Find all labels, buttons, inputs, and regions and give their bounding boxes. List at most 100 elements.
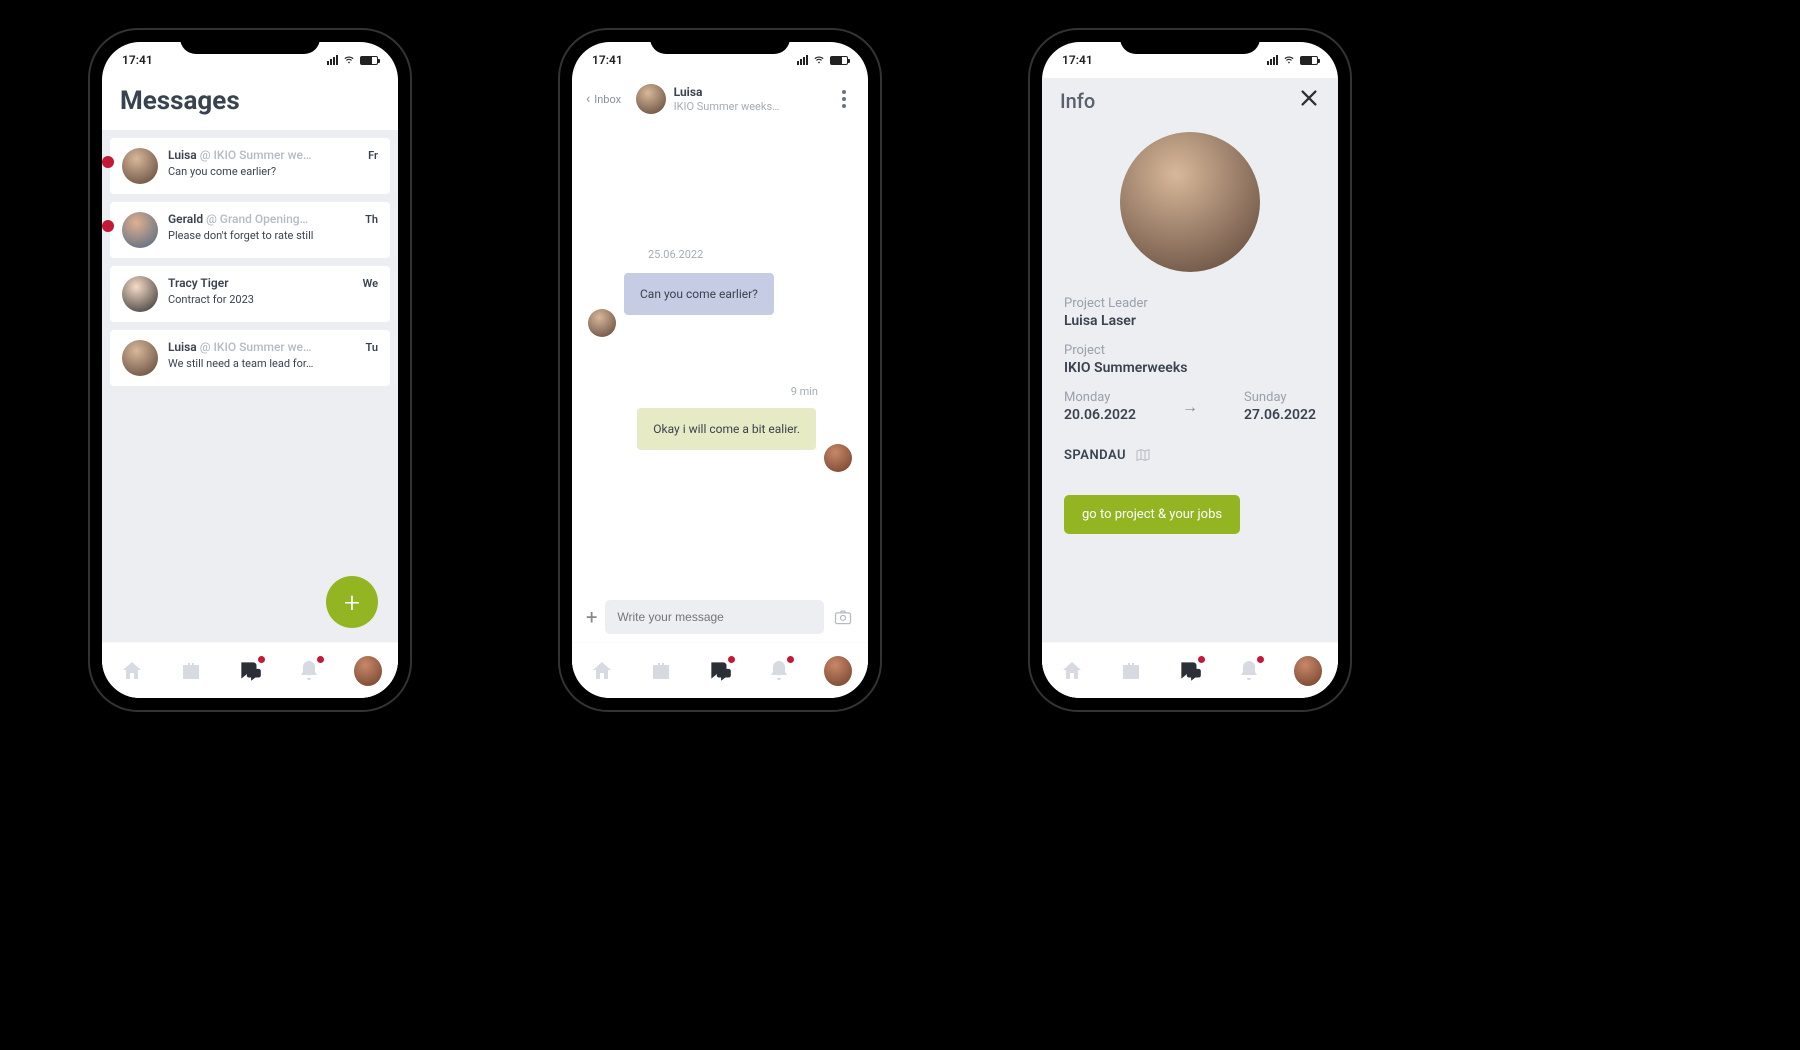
camera-button[interactable] [832, 606, 854, 628]
nav-profile[interactable] [354, 657, 382, 685]
briefcase-icon [179, 659, 203, 683]
avatar [636, 84, 666, 114]
notch [650, 30, 790, 54]
nav-notifications[interactable] [1235, 657, 1263, 685]
notch [180, 30, 320, 54]
message-row[interactable]: Luisa @ IKIO Summer we… Tu We still need… [110, 330, 390, 386]
profile-avatar [1294, 656, 1322, 686]
message-day: We [363, 277, 378, 290]
message-name: Gerald @ Grand Opening… [168, 212, 308, 226]
unread-indicator [102, 156, 114, 168]
phone-messages: 17:41 Messages Luisa @ IKIO Summer we… [90, 30, 410, 710]
messages-list: Luisa @ IKIO Summer we… Fr Can you come … [102, 130, 398, 642]
message-row[interactable]: Luisa @ IKIO Summer we… Fr Can you come … [110, 138, 390, 194]
page-title: Info [1060, 89, 1095, 113]
nav-notifications[interactable] [765, 657, 793, 685]
leader-value: Luisa Laser [1064, 313, 1316, 329]
plus-icon: + [344, 586, 360, 619]
signal-icon [1267, 55, 1278, 65]
nav-jobs[interactable] [647, 657, 675, 685]
go-to-project-button[interactable]: go to project & your jobs [1064, 495, 1240, 534]
wifi-icon [1282, 55, 1296, 65]
signal-icon [327, 55, 338, 65]
message-day: Tu [366, 341, 378, 354]
status-icons [327, 55, 378, 65]
nav-profile[interactable] [824, 657, 852, 685]
chat-date-label: 25.06.2022 [648, 248, 852, 261]
end-date: 27.06.2022 [1244, 407, 1316, 423]
message-input[interactable] [605, 600, 824, 634]
nav-badge [317, 656, 324, 663]
message-preview: We still need a team lead for… [168, 357, 378, 370]
nav-profile[interactable] [1294, 657, 1322, 685]
message-preview: Contract for 2023 [168, 293, 378, 306]
leader-label: Project Leader [1064, 296, 1316, 311]
bottom-nav [572, 642, 868, 698]
page-title: Messages [120, 86, 380, 116]
unread-indicator [102, 220, 114, 232]
location-value: SPANDAU [1064, 448, 1126, 463]
chat-thread: 25.06.2022 Can you come earlier? 9 min O… [572, 122, 868, 592]
bottom-nav [102, 642, 398, 698]
nav-badge [787, 656, 794, 663]
battery-icon [1300, 56, 1318, 65]
status-icons [797, 55, 848, 65]
nav-badge [728, 656, 735, 663]
profile-avatar [824, 656, 852, 686]
wifi-icon [812, 55, 826, 65]
battery-icon [830, 56, 848, 65]
project-value: IKIO Summerweeks [1064, 360, 1316, 376]
notch [1120, 30, 1260, 54]
nav-messages[interactable] [706, 657, 734, 685]
avatar [122, 340, 158, 376]
message-row[interactable]: Tracy Tiger We Contract for 2023 [110, 266, 390, 322]
profile-avatar [354, 656, 382, 686]
message-day: Th [365, 213, 378, 226]
info-header: Info [1042, 78, 1338, 120]
home-icon [1060, 659, 1084, 683]
more-options-button[interactable] [834, 90, 854, 108]
home-icon [590, 659, 614, 683]
battery-icon [360, 56, 378, 65]
phone-info: 17:41 Info Project Leader Luisa Laser Pr… [1030, 30, 1350, 710]
nav-messages[interactable] [236, 657, 264, 685]
incoming-message-bubble: Can you come earlier? [624, 273, 774, 315]
nav-home[interactable] [1058, 657, 1086, 685]
outgoing-message-bubble: Okay i will come a bit ealier. [637, 408, 816, 450]
home-icon [120, 659, 144, 683]
start-date: 20.06.2022 [1064, 407, 1136, 423]
chevron-left-icon: ‹ [586, 91, 590, 107]
map-icon [1134, 447, 1152, 463]
nav-home[interactable] [588, 657, 616, 685]
attach-button[interactable]: + [586, 605, 597, 629]
briefcase-icon [649, 659, 673, 683]
nav-home[interactable] [118, 657, 146, 685]
avatar [122, 276, 158, 312]
message-preview: Can you come earlier? [168, 165, 378, 178]
chat-user-info[interactable]: Luisa IKIO Summer weeks… [593, 84, 822, 114]
status-time: 17:41 [1062, 53, 1093, 67]
message-name: Tracy Tiger [168, 276, 229, 290]
chat-header: ‹ Inbox Luisa IKIO Summer weeks… [572, 78, 868, 122]
leader-avatar [1120, 132, 1260, 272]
close-button[interactable] [1298, 86, 1320, 116]
date-range: Monday 20.06.2022 → Sunday 27.06.2022 [1064, 390, 1316, 423]
new-message-button[interactable]: + [326, 576, 378, 628]
message-row[interactable]: Gerald @ Grand Opening… Th Please don't … [110, 202, 390, 258]
status-icons [1267, 55, 1318, 65]
nav-jobs[interactable] [177, 657, 205, 685]
location-row[interactable]: SPANDAU [1064, 447, 1316, 463]
chat-user-name: Luisa [674, 85, 780, 99]
status-time: 17:41 [592, 53, 623, 67]
message-day: Fr [368, 149, 378, 162]
nav-jobs[interactable] [1117, 657, 1145, 685]
chat-time-label: 9 min [588, 385, 818, 398]
start-day-label: Monday [1064, 390, 1136, 405]
phone-chat: 17:41 ‹ Inbox Luisa IKIO Summer weeks… [560, 30, 880, 710]
message-name: Luisa @ IKIO Summer we… [168, 340, 311, 354]
nav-messages[interactable] [1176, 657, 1204, 685]
message-name: Luisa @ IKIO Summer we… [168, 148, 311, 162]
avatar [824, 444, 852, 472]
chat-user-context: IKIO Summer weeks… [674, 100, 780, 113]
nav-notifications[interactable] [295, 657, 323, 685]
